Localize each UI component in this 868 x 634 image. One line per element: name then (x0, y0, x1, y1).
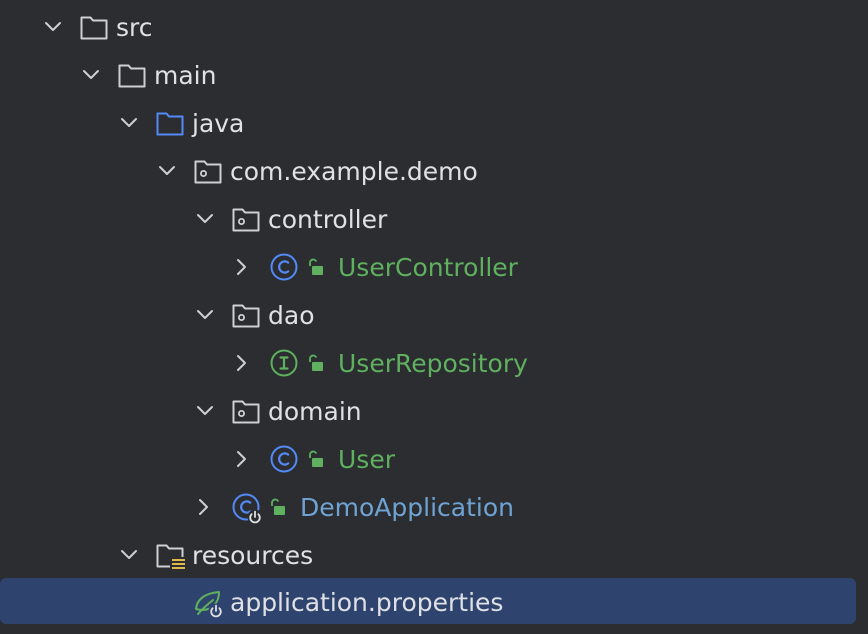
tree-row-java[interactable]: java (0, 99, 868, 147)
spring-properties-icon (194, 588, 226, 620)
tree-row-package-dao[interactable]: dao (0, 291, 868, 339)
package-icon (194, 158, 222, 184)
spring-boot-class-icon (232, 493, 264, 525)
chevron-down-icon[interactable] (195, 209, 215, 229)
folder-icon (118, 62, 146, 88)
tree-item-label: controller (268, 205, 388, 234)
tree-item-label: main (154, 61, 217, 90)
tree-item-label: domain (268, 397, 362, 426)
tree-item-label: User (338, 445, 395, 474)
public-access-lock-icon (306, 258, 324, 276)
chevron-right-icon[interactable] (231, 353, 251, 373)
chevron-down-icon[interactable] (119, 545, 139, 565)
tree-item-label: com.example.demo (230, 157, 478, 186)
chevron-down-icon[interactable] (195, 305, 215, 325)
chevron-down-icon[interactable] (43, 17, 63, 37)
package-icon (232, 206, 260, 232)
public-access-lock-icon (268, 498, 286, 516)
tree-row-package-controller[interactable]: controller (0, 195, 868, 243)
tree-row-src[interactable]: src (0, 3, 868, 51)
package-icon (232, 302, 260, 328)
source-folder-icon (156, 110, 184, 136)
tree-item-label: DemoApplication (300, 493, 514, 522)
tree-row-file-application-properties[interactable]: application.properties (0, 576, 868, 624)
tree-row-interface-user-repository[interactable]: UserRepository (0, 339, 868, 387)
interface-icon (270, 349, 298, 377)
tree-row-main[interactable]: main (0, 51, 868, 99)
tree-row-package-domain[interactable]: domain (0, 387, 868, 435)
chevron-right-icon[interactable] (231, 257, 251, 277)
tree-item-label: dao (268, 301, 315, 330)
public-access-lock-icon (306, 354, 324, 372)
folder-icon (80, 14, 108, 40)
tree-item-label: src (116, 13, 153, 42)
chevron-right-icon[interactable] (231, 449, 251, 469)
chevron-right-icon[interactable] (193, 497, 213, 517)
tree-row-class-user-controller[interactable]: UserController (0, 243, 868, 291)
tree-row-package-com-example-demo[interactable]: com.example.demo (0, 147, 868, 195)
chevron-down-icon[interactable] (81, 65, 101, 85)
chevron-down-icon[interactable] (157, 161, 177, 181)
tree-row-class-user[interactable]: User (0, 435, 868, 483)
package-icon (232, 398, 260, 424)
tree-item-label: UserController (338, 253, 518, 282)
public-access-lock-icon (306, 450, 324, 468)
chevron-down-icon[interactable] (119, 113, 139, 133)
class-icon (270, 445, 298, 473)
tree-row-resources[interactable]: resources (0, 531, 868, 579)
project-tree: src main java com.example.demo controlle… (0, 0, 868, 634)
tree-item-label: UserRepository (338, 349, 528, 378)
tree-item-label: application.properties (230, 588, 504, 617)
tree-item-label: resources (192, 541, 314, 570)
class-icon (270, 253, 298, 281)
chevron-down-icon[interactable] (195, 401, 215, 421)
tree-row-class-demo-application[interactable]: DemoApplication (0, 483, 868, 531)
tree-item-label: java (192, 109, 245, 138)
resources-folder-icon (156, 542, 186, 570)
